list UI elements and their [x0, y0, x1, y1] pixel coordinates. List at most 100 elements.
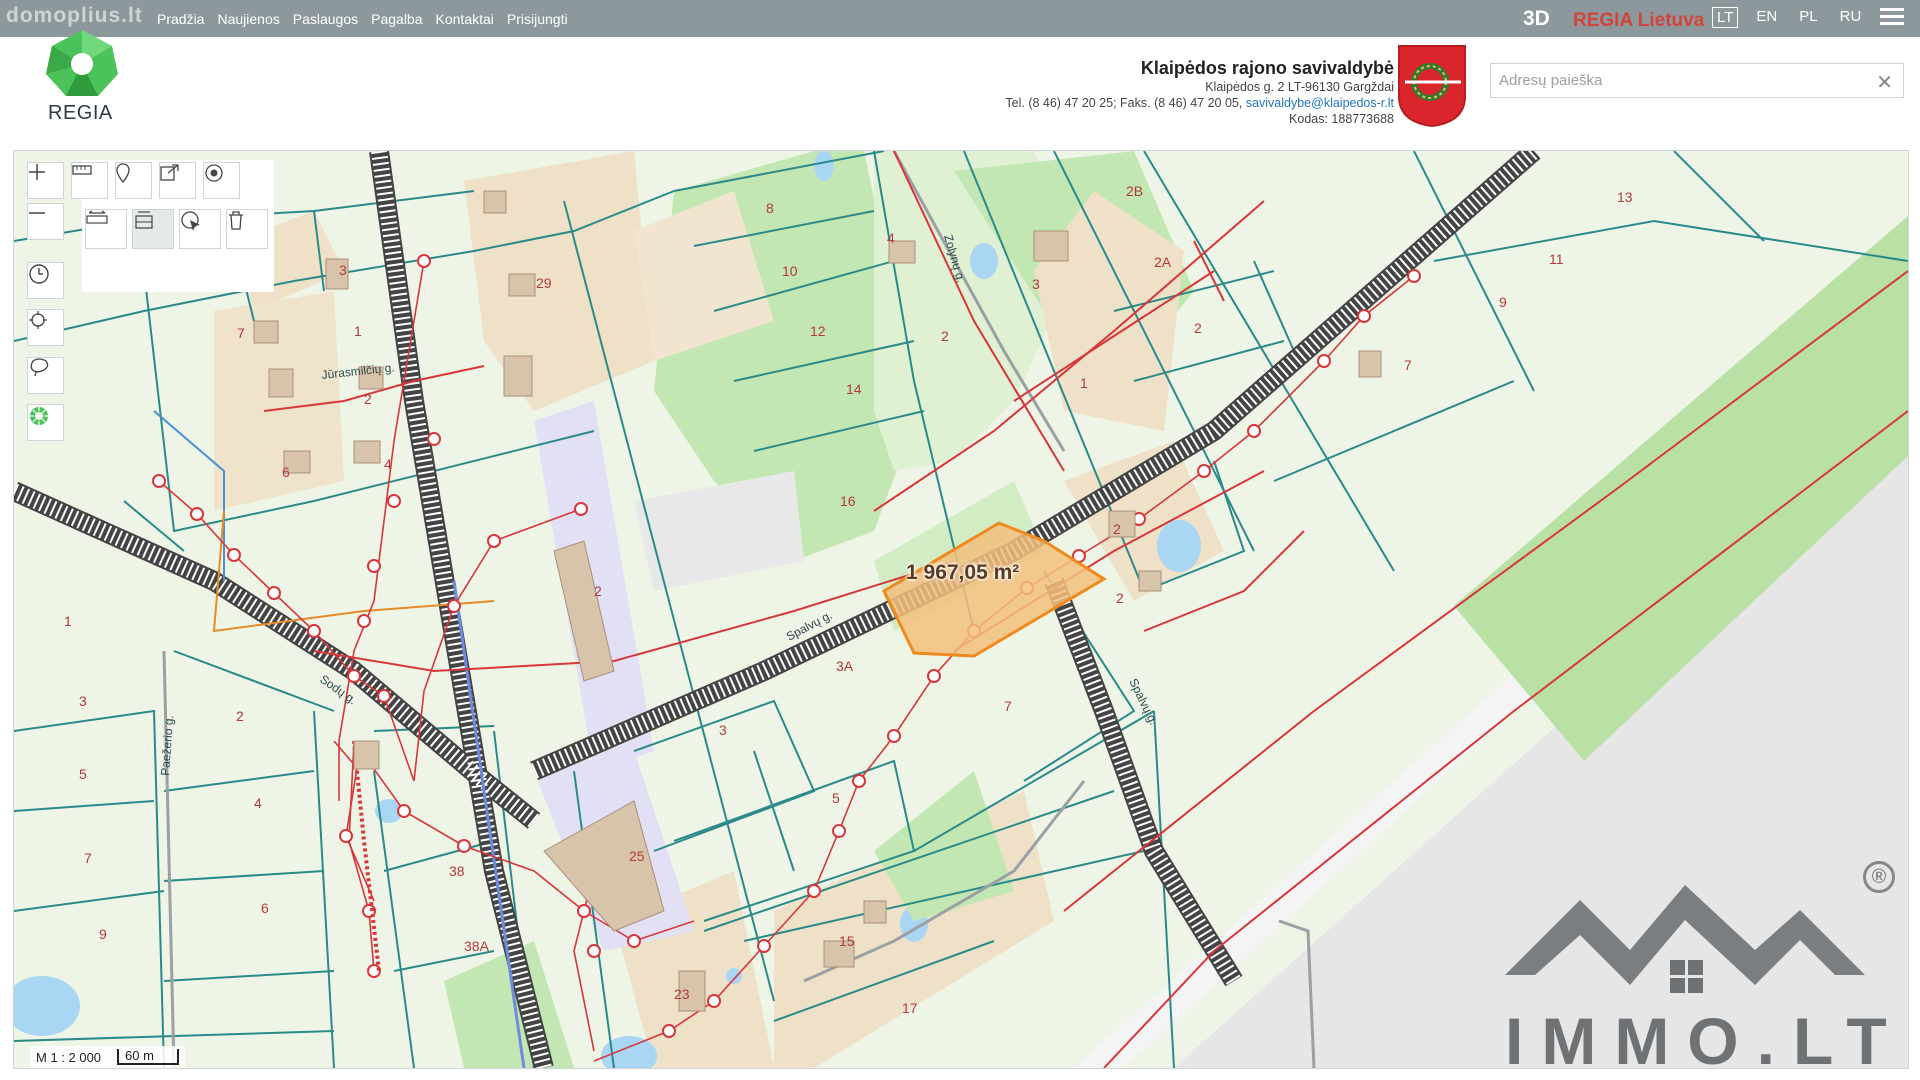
svg-text:38A: 38A [464, 938, 490, 954]
pin-icon [116, 163, 130, 183]
svg-text:29: 29 [536, 275, 552, 291]
history-icon [29, 264, 49, 284]
svg-text:1: 1 [1080, 375, 1088, 391]
layers-button[interactable] [27, 404, 64, 441]
history-button[interactable] [27, 262, 64, 299]
svg-text:10: 10 [782, 263, 798, 279]
municipality-info: Klaipėdos rajono savivaldybė Klaipėdos g… [1005, 58, 1394, 127]
svg-text:9: 9 [99, 926, 107, 942]
svg-text:15: 15 [839, 933, 855, 949]
scale-ratio: M 1 : 2 000 [36, 1049, 102, 1065]
locate-button[interactable] [27, 309, 64, 346]
svg-text:4: 4 [887, 230, 895, 246]
delete-button[interactable] [226, 209, 268, 249]
svg-text:2: 2 [364, 391, 372, 407]
layers-icon [30, 407, 48, 425]
scale-bar: 60 m [117, 1049, 180, 1065]
svg-text:2: 2 [1113, 521, 1121, 537]
coat-of-arms-icon [1397, 44, 1467, 128]
zoom-out-icon [29, 212, 45, 214]
select-icon [181, 211, 200, 231]
svg-text:2: 2 [1194, 320, 1202, 336]
share-icon [160, 164, 179, 181]
svg-text:23: 23 [674, 986, 690, 1002]
menu-item-kontaktai[interactable]: Kontaktai [436, 11, 494, 27]
zoom-in-icon [29, 164, 45, 180]
lasso-button[interactable] [27, 357, 64, 394]
measure-button[interactable] [71, 162, 108, 199]
svg-text:12: 12 [810, 323, 826, 339]
target-button[interactable] [203, 162, 240, 199]
lang-pl[interactable]: PL [1795, 7, 1821, 28]
svg-text:2B: 2B [1126, 183, 1143, 199]
svg-text:7: 7 [1404, 357, 1412, 373]
target-icon [205, 164, 223, 182]
svg-text:13: 13 [1617, 189, 1633, 205]
municipality-phone: Tel. (8 46) 47 20 25; Faks. (8 46) 47 20… [1005, 96, 1246, 110]
close-icon[interactable]: ✕ [1876, 70, 1893, 95]
lang-en[interactable]: EN [1752, 7, 1781, 28]
immo-watermark: ® IMMO.LT [1495, 855, 1915, 1080]
measure-distance-button[interactable] [85, 209, 127, 249]
share-button[interactable] [159, 162, 196, 199]
regia-logo[interactable]: REGIA [42, 28, 122, 124]
svg-text:3: 3 [1032, 276, 1040, 292]
svg-text:8: 8 [766, 200, 774, 216]
svg-text:7: 7 [84, 850, 92, 866]
svg-text:9: 9 [1499, 294, 1507, 310]
municipality-code: Kodas: 188773688 [1289, 112, 1394, 126]
svg-text:14: 14 [846, 381, 862, 397]
menu-item-naujienos[interactable]: Naujienos [217, 11, 279, 27]
regia-logo-icon [46, 30, 118, 96]
menu-item-prisijungti[interactable]: Prisijungti [507, 11, 568, 27]
municipality-contacts: Tel. (8 46) 47 20 25; Faks. (8 46) 47 20… [1005, 95, 1394, 111]
municipality-email-link[interactable]: savivaldybe@klaipedos-r.lt [1246, 96, 1394, 110]
address-search-input[interactable] [1491, 64, 1877, 97]
measure-area-button[interactable] [132, 209, 174, 249]
delete-icon [229, 211, 243, 230]
house-logo-icon [1505, 885, 1865, 993]
svg-text:5: 5 [79, 766, 87, 782]
svg-text:7: 7 [237, 325, 245, 341]
lang-lt[interactable]: LT [1712, 7, 1739, 28]
svg-text:1: 1 [64, 613, 72, 629]
menu-item-pradzia[interactable]: Pradžia [157, 11, 204, 27]
regia-logo-text: REGIA [48, 102, 113, 124]
regia-lietuva-link[interactable]: REGIA Lietuva [1573, 10, 1704, 32]
svg-text:4: 4 [254, 795, 262, 811]
municipality-name: Klaipėdos rajono savivaldybė [1140, 58, 1394, 78]
watermark-text: IMMO.LT [1505, 1004, 1905, 1078]
menu-item-paslaugos[interactable]: Paslaugos [293, 11, 358, 27]
svg-text:6: 6 [282, 464, 290, 480]
municipality-address: Klaipėdos g. 2 LT-96130 Gargždai [1205, 80, 1394, 94]
menu-item-pagalba[interactable]: Pagalba [371, 11, 422, 27]
pin-button[interactable] [115, 162, 152, 199]
lang-ru[interactable]: RU [1836, 7, 1866, 28]
svg-text:3: 3 [339, 262, 347, 278]
svg-text:2: 2 [1116, 590, 1124, 606]
svg-text:2: 2 [594, 583, 602, 599]
svg-text:38: 38 [449, 863, 465, 879]
hamburger-menu-icon[interactable] [1880, 8, 1904, 28]
map-scale: M 1 : 2 000 60 m [30, 1046, 186, 1068]
address-search: ✕ [1490, 63, 1904, 98]
svg-text:1: 1 [354, 323, 362, 339]
language-switcher: LT EN PL RU [1712, 7, 1879, 28]
zoom-out-button[interactable] [27, 203, 64, 240]
svg-text:2A: 2A [1154, 254, 1172, 270]
selected-area-label: 1 967,05 m² [906, 561, 1020, 584]
svg-text:4: 4 [384, 456, 392, 472]
svg-text:3: 3 [719, 722, 727, 738]
measure-area-icon [135, 211, 153, 229]
svg-text:5: 5 [832, 790, 840, 806]
zoom-in-button[interactable] [27, 162, 64, 199]
3d-button[interactable]: 3D [1523, 7, 1550, 31]
svg-text:17: 17 [902, 1000, 918, 1016]
measure-distance-icon [86, 210, 108, 224]
lasso-icon [30, 358, 49, 376]
select-button[interactable] [179, 209, 221, 249]
registered-mark: ® [1863, 861, 1895, 893]
svg-text:2: 2 [941, 328, 949, 344]
svg-text:7: 7 [1004, 698, 1012, 714]
svg-text:3A: 3A [836, 658, 854, 674]
